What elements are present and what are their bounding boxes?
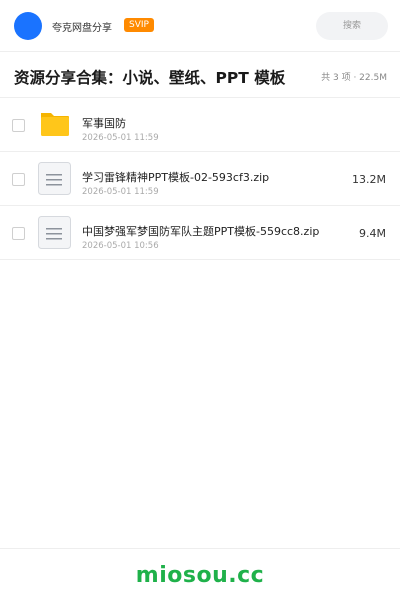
user-avatar[interactable] [14,12,42,40]
top-bar: 夸克网盘分享 SVIP 搜索 [0,0,400,52]
zip-file-icon [38,162,71,195]
share-header: 资源分享合集：小说、壁纸、PPT 模板 共 3 项 · 22.5M [0,52,400,98]
file-name[interactable]: 中国梦强军梦国防军队主题PPT模板-559cc8.zip [82,223,332,239]
file-date: 2026-05-01 10:56 [82,241,159,251]
file-row[interactable]: 军事国防 2026-05-01 11:59 [0,98,400,152]
folder-icon [41,113,69,136]
row-checkbox[interactable] [12,119,25,132]
file-size: 9.4M [359,227,386,240]
share-page: 夸克网盘分享 SVIP 搜索 资源分享合集：小说、壁纸、PPT 模板 共 3 项… [0,0,400,600]
site-brand[interactable]: miosou.cc [0,563,400,588]
row-checkbox[interactable] [12,173,25,186]
file-name[interactable]: 军事国防 [82,115,332,131]
search-button[interactable]: 搜索 [316,12,388,40]
row-checkbox[interactable] [12,227,25,240]
file-name[interactable]: 学习雷锋精神PPT模板-02-593cf3.zip [82,169,332,185]
zip-file-icon [38,216,71,249]
app-title: 夸克网盘分享 [52,23,112,34]
file-date: 2026-05-01 11:59 [82,187,159,197]
file-size: 13.2M [352,173,386,186]
file-date: 2026-05-01 11:59 [82,133,159,143]
file-row[interactable]: 中国梦强军梦国防军队主题PPT模板-559cc8.zip 2026-05-01 … [0,206,400,260]
footer: miosou.cc [0,548,400,600]
page-title: 资源分享合集：小说、壁纸、PPT 模板 [14,69,286,87]
svip-badge: SVIP [124,18,154,32]
share-summary: 共 3 项 · 22.5M [321,73,387,83]
file-row[interactable]: 学习雷锋精神PPT模板-02-593cf3.zip 2026-05-01 11:… [0,152,400,206]
